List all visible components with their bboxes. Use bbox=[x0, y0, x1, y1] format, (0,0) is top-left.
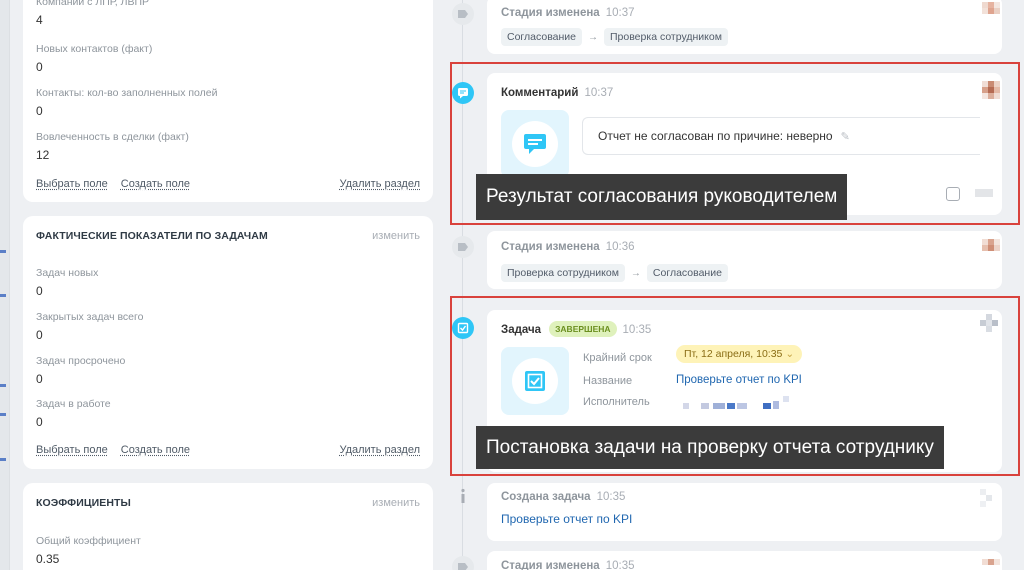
field-label: Задач просрочено bbox=[36, 355, 126, 367]
avatar bbox=[982, 2, 1000, 20]
stage-from-chip: Проверка сотрудником bbox=[501, 264, 625, 282]
field-label: Задач в работе bbox=[36, 398, 111, 410]
item-title: Стадия изменена 10:35 bbox=[501, 560, 635, 570]
field-label: Общий коэффициент bbox=[36, 535, 141, 547]
created-task-link[interactable]: Проверьте отчет по KPI bbox=[501, 512, 632, 526]
timeline-item-stage-changed: Стадия изменена 10:36 Проверка сотруднико… bbox=[487, 231, 1002, 289]
field-label: Закрытых задач всего bbox=[36, 311, 144, 323]
change-link[interactable]: изменить bbox=[372, 497, 420, 509]
change-link[interactable]: изменить bbox=[372, 230, 420, 242]
field-value: 0.35 bbox=[36, 552, 60, 566]
field-tasks-closed: Закрытых задач всего 0 bbox=[36, 311, 143, 342]
arrow-right-icon: → bbox=[588, 32, 598, 43]
caption-task-assignment: Постановка задачи на проверку отчета сот… bbox=[476, 426, 944, 469]
timeline-item-created-task: Создана задача 10:35 Проверьте отчет по K… bbox=[487, 483, 1002, 541]
item-time: 10:35 bbox=[596, 491, 626, 503]
caption-comment-result: Результат согласования руководителем bbox=[476, 174, 848, 220]
avatar bbox=[980, 489, 998, 507]
field-label: Вовлеченность в сделки (факт) bbox=[36, 131, 189, 143]
field-tasks-overdue: Задач просрочено 0 bbox=[36, 355, 125, 386]
field-label: Задач новых bbox=[36, 267, 99, 279]
item-time: 10:35 bbox=[605, 560, 635, 570]
select-field-link[interactable]: Выбрать поле bbox=[36, 178, 108, 190]
item-title: Создана задача 10:35 bbox=[501, 491, 626, 503]
field-value: 12 bbox=[36, 148, 50, 162]
item-title: Стадия изменена 10:36 bbox=[501, 241, 635, 253]
field-label: Контакты: кол-во заполненных полей bbox=[36, 87, 218, 99]
avatar bbox=[982, 239, 1000, 257]
field-tasks-in-progress: Задач в работе 0 bbox=[36, 398, 111, 429]
fields-card-tasks: ФАКТИЧЕСКИЕ ПОКАЗАТЕЛИ ПО ЗАДАЧАМ измени… bbox=[23, 216, 433, 469]
stage-chips: Проверка сотрудником → Согласование bbox=[501, 263, 728, 282]
delete-section-link[interactable]: Удалить раздел bbox=[339, 444, 420, 456]
field-label: Новых контактов (факт) bbox=[36, 43, 153, 55]
stage-icon bbox=[452, 3, 474, 25]
field-value: 0 bbox=[36, 60, 43, 74]
stage-icon bbox=[452, 556, 474, 570]
item-time: 10:37 bbox=[605, 7, 635, 19]
info-icon bbox=[452, 485, 474, 507]
section-title: ФАКТИЧЕСКИЕ ПОКАЗАТЕЛИ ПО ЗАДАЧАМ bbox=[36, 230, 268, 242]
field-new-contacts: Новых контактов (факт) 0 bbox=[36, 43, 152, 74]
field-value: 4 bbox=[36, 13, 43, 27]
create-field-link[interactable]: Создать поле bbox=[121, 178, 190, 190]
field-engagement: Вовлеченность в сделки (факт) 12 bbox=[36, 131, 189, 162]
field-label: Компании с ЛПР, ЛВПР bbox=[36, 0, 150, 8]
item-time: 10:36 bbox=[605, 241, 635, 253]
stage-chips: Согласование → Проверка сотрудником bbox=[501, 27, 728, 46]
field-value: 0 bbox=[36, 328, 43, 342]
section-title: КОЭФФИЦИЕНТЫ bbox=[36, 497, 131, 509]
field-value: 0 bbox=[36, 372, 43, 386]
fields-card-main: Компании с ЛПР, ЛВПР 4 Новых контактов (… bbox=[23, 0, 433, 202]
sidebar-edge bbox=[0, 0, 10, 570]
stage-from-chip: Согласование bbox=[501, 28, 582, 46]
field-value: 0 bbox=[36, 104, 43, 118]
field-value: 0 bbox=[36, 415, 43, 429]
timeline-item-stage-changed: Стадия изменена 10:35 bbox=[487, 551, 1002, 570]
stage-to-chip: Согласование bbox=[646, 264, 728, 282]
field-total-coefficient: Общий коэффициент 0.35 bbox=[36, 535, 141, 566]
item-title: Стадия изменена 10:37 bbox=[501, 7, 635, 19]
fields-card-coefficients: КОЭФФИЦИЕНТЫ изменить Общий коэффициент … bbox=[23, 483, 433, 570]
stage-icon bbox=[452, 236, 474, 258]
card-links: Выбрать поле Создать поле Удалить раздел bbox=[36, 178, 420, 190]
select-field-link[interactable]: Выбрать поле bbox=[36, 444, 108, 456]
field-value: 0 bbox=[36, 284, 43, 298]
timeline-item-stage-changed: Стадия изменена 10:37 Согласование → Провер… bbox=[487, 0, 1002, 54]
create-field-link[interactable]: Создать поле bbox=[121, 444, 190, 456]
avatar bbox=[982, 559, 1000, 570]
field-tasks-new: Задач новых 0 bbox=[36, 267, 98, 298]
field-contacts-filled: Контакты: кол-во заполненных полей 0 bbox=[36, 87, 218, 118]
arrow-right-icon: → bbox=[630, 268, 641, 279]
card-links: Выбрать поле Создать поле Удалить раздел bbox=[36, 444, 420, 456]
stage-to-chip: Проверка сотрудником bbox=[604, 28, 728, 46]
delete-section-link[interactable]: Удалить раздел bbox=[339, 178, 420, 190]
field-companies: Компании с ЛПР, ЛВПР 4 bbox=[36, 0, 149, 27]
